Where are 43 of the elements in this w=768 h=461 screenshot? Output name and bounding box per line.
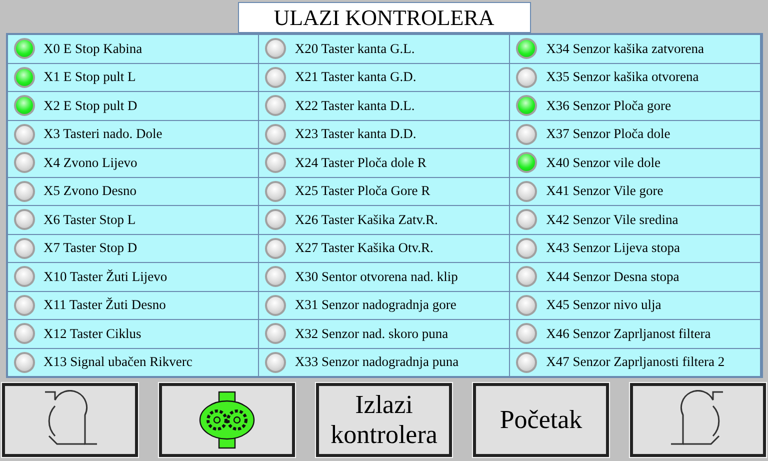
input-label: X27 Taster Kašika Otv.R.	[294, 239, 434, 258]
input-label: X20 Taster kanta G.L.	[294, 40, 415, 58]
input-label: X45 Senzor nivo ulja	[546, 296, 662, 314]
input-label: X13 Signal ubačen Rikverc	[44, 353, 192, 372]
nav-button[interactable]: Izlazi kontrolera	[316, 383, 452, 457]
input-label: X5 Zvono Desno	[44, 182, 136, 200]
input-label: X30 Sentor otvorena nad. klip	[294, 268, 458, 286]
input-label: X31 Senzor nadogradnja gore	[294, 296, 456, 314]
input-label: X21 Taster kanta G.D.	[294, 68, 416, 86]
input-label: X47 Senzor Zaprljanosti filtera 2	[546, 353, 725, 372]
input-label: X6 Taster Stop L	[44, 210, 136, 229]
input-label: X11 Taster Žuti Desno	[44, 296, 166, 314]
input-label: X34 Senzor kašika zatvorena	[546, 40, 704, 58]
input-label: X10 Taster Žuti Lijevo	[44, 268, 168, 286]
pump-icon	[197, 391, 257, 449]
input-label: X44 Senzor Desna stopa	[546, 268, 680, 286]
screen-title: ULAZI KONTROLERA	[238, 2, 530, 33]
input-label: X41 Senzor Vile gore	[546, 182, 664, 200]
input-label: X1 E Stop pult L	[44, 68, 136, 86]
input-label: X42 Senzor Vile sredina	[546, 210, 678, 229]
input-label: X22 Taster kanta D.L.	[294, 96, 415, 115]
input-label: X33 Senzor nadogradnja puna	[294, 353, 459, 372]
input-label: X4 Zvono Lijevo	[44, 154, 138, 172]
input-label: X3 Tasteri nado. Dole	[44, 125, 162, 144]
cabin-button[interactable]	[630, 383, 766, 457]
input-label: X43 Senzor Lijeva stopa	[546, 239, 680, 258]
input-label: X7 Taster Stop D	[44, 239, 138, 258]
nav-button[interactable]: Početak	[473, 383, 609, 457]
pump-button[interactable]	[159, 383, 295, 457]
input-label: X46 Senzor Zaprljanost filtera	[546, 324, 711, 343]
input-label: X0 E Stop Kabina	[44, 40, 142, 58]
input-label: X40 Senzor vile dole	[546, 154, 661, 172]
input-label: X24 Taster Ploča dole R	[294, 154, 426, 172]
input-label: X12 Taster Ciklus	[44, 324, 142, 343]
input-label: X37 Senzor Ploča dole	[546, 125, 670, 144]
input-label: X32 Senzor nad. skoro puna	[294, 324, 448, 343]
input-label: X2 E Stop pult D	[44, 96, 138, 115]
input-label: X35 Senzor kašika otvorena	[546, 68, 699, 86]
input-label: X36 Senzor Ploča gore	[546, 96, 671, 115]
cabin-button[interactable]	[2, 383, 138, 457]
input-label: X23 Taster kanta D.D.	[294, 125, 416, 144]
input-label: X26 Taster Kašika Zatv.R.	[294, 210, 438, 229]
input-label: X25 Taster Ploča Gore R	[294, 182, 430, 200]
